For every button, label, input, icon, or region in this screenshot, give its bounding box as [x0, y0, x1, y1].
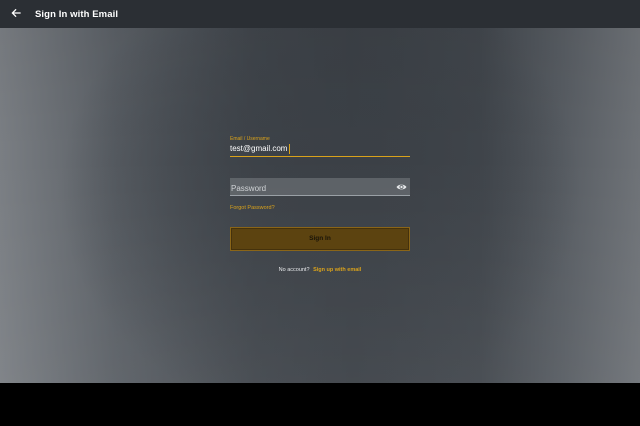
password-field[interactable]: [230, 180, 390, 197]
signup-prompt: No account?: [278, 267, 310, 273]
page-title: Sign In with Email: [35, 8, 119, 20]
text-cursor: [289, 144, 290, 154]
bottom-bar: [0, 383, 640, 426]
signup-row: No account? Sign up with email: [230, 266, 410, 274]
forgot-password-link[interactable]: Forgot Password?: [230, 204, 410, 212]
sign-in-button[interactable]: Sign In: [230, 227, 410, 251]
sign-in-form: Email / Username Forgot Password? Sign I…: [230, 132, 410, 274]
signup-link[interactable]: Sign up with email: [313, 267, 361, 273]
email-field[interactable]: [230, 143, 410, 157]
back-button[interactable]: [0, 0, 32, 28]
password-field-container: [230, 178, 410, 197]
email-field-label: Email / Username: [230, 136, 270, 142]
email-field-container: [230, 143, 410, 157]
eye-icon[interactable]: [395, 181, 407, 193]
app-bar: Sign In with Email: [0, 0, 640, 28]
arrow-left-icon: [11, 5, 21, 23]
